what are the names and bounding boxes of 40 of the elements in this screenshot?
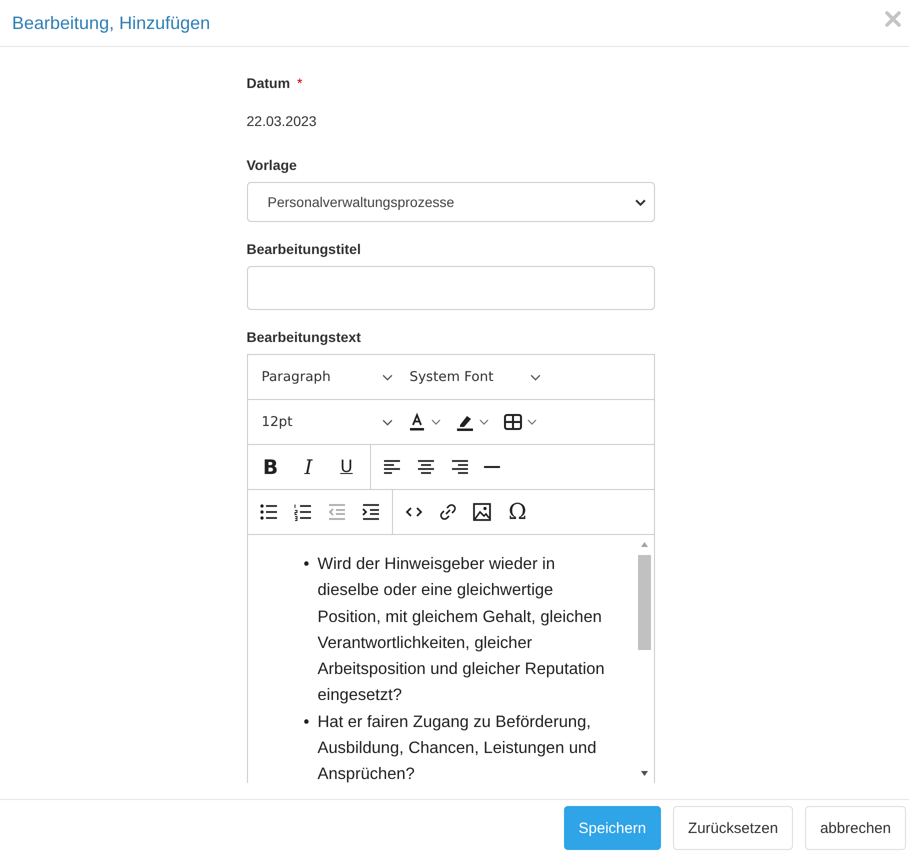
bullet: • bbox=[304, 554, 310, 575]
outdent-icon bbox=[326, 502, 346, 522]
field-label: Datum bbox=[246, 75, 290, 91]
bold-button[interactable]: B bbox=[256, 450, 286, 484]
date-value: 22.03.2023 bbox=[246, 112, 318, 131]
bullet: • bbox=[304, 712, 310, 733]
caret-icon bbox=[634, 198, 646, 206]
horizontal-line-icon bbox=[484, 466, 500, 468]
indent-icon bbox=[360, 502, 380, 522]
field-label: Bearbeitungstext bbox=[246, 329, 361, 345]
link-icon bbox=[438, 502, 458, 522]
image-icon bbox=[472, 502, 492, 522]
dialog-title: Bearbeitung, Hinzufügen bbox=[12, 12, 210, 34]
caret-icon bbox=[382, 374, 392, 380]
numbered-list-icon bbox=[292, 502, 312, 522]
table-icon bbox=[502, 412, 522, 432]
title-input[interactable] bbox=[246, 266, 654, 310]
format-dropdown[interactable]: 12pt bbox=[256, 405, 396, 439]
format-dropdown[interactable]: Paragraph bbox=[256, 360, 396, 394]
field-label: Bearbeitungstitel bbox=[246, 241, 361, 257]
italic-button[interactable]: I bbox=[294, 450, 324, 484]
dialog-button[interactable]: abbrechen bbox=[805, 806, 906, 850]
list-item-text: Hat er fairen Zugang zu Beförderung, Ausbildung, Chancen, Leistungen und Ansprüchen? bbox=[318, 712, 598, 783]
required-mark: * bbox=[296, 75, 302, 91]
underline-button[interactable]: U bbox=[332, 450, 362, 484]
list-item-text: Wird der Hinweisgeber wieder in dieselbe oder eine gleichwertige Position, mit gleichem Gehalt, gleichen Verantwortlichkeiten, gleicher Arbeitsposition und gleicher Reputation eingesetzt? bbox=[318, 554, 606, 706]
caret-icon bbox=[382, 418, 392, 426]
caret-icon bbox=[530, 374, 540, 380]
field-label: Vorlage bbox=[246, 157, 297, 173]
format-dropdown[interactable]: System Font bbox=[404, 360, 544, 394]
align-center-icon bbox=[416, 457, 436, 477]
bullet-list-icon bbox=[258, 502, 278, 522]
special-character-button[interactable]: Ω bbox=[502, 495, 532, 529]
template-select[interactable]: Personalverwaltungsprozesse bbox=[246, 182, 654, 222]
align-left-icon bbox=[382, 457, 402, 477]
dialog-button[interactable]: Zurücksetzen bbox=[673, 806, 794, 850]
caret-icon bbox=[478, 419, 488, 425]
caret-icon bbox=[526, 419, 536, 425]
caret-icon bbox=[430, 419, 440, 425]
align-right-icon bbox=[450, 457, 470, 477]
